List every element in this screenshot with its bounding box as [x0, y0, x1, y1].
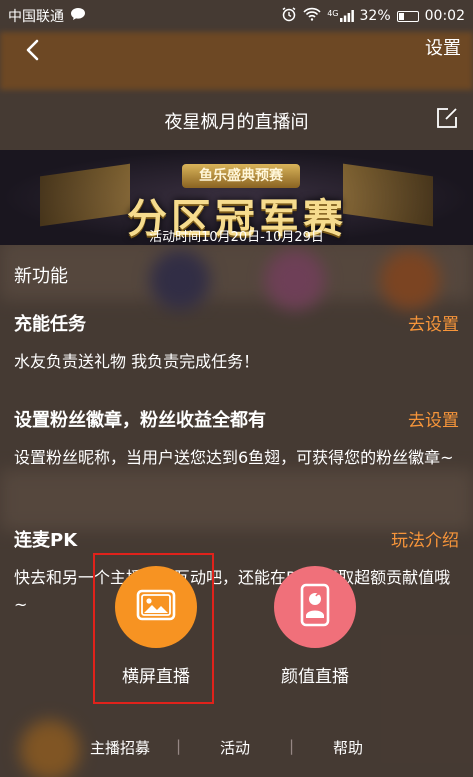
alarm-icon [281, 6, 297, 26]
edit-icon[interactable] [435, 106, 459, 130]
footer-links: 主播招募 | 活动 | 帮助 [0, 737, 473, 757]
feature-title: 充能任务 [14, 314, 86, 335]
status-bar: 中国联通 4G 32% 00:02 [0, 0, 473, 32]
section-label-new-features: 新功能 [14, 266, 68, 287]
message-icon [70, 7, 86, 25]
feature-link-settings[interactable]: 去设置 [408, 406, 459, 431]
carrier-label: 中国联通 [8, 9, 64, 25]
feature-desc: 快去和另一个主播连麦互动吧，还能在PK中赢取超额贡献值哦~ [14, 568, 451, 614]
footer-divider: | [289, 737, 295, 755]
top-bar: 设置 [0, 32, 473, 72]
feature-link-settings[interactable]: 去设置 [408, 310, 459, 335]
network-type: 4G [327, 9, 339, 18]
feature-pk: 连麦PK 玩法介绍 快去和另一个主播连麦互动吧，还能在PK中赢取超额贡献值哦~ [0, 526, 473, 618]
beauty-live-circle[interactable] [274, 566, 356, 648]
signal-icon: 4G [327, 9, 354, 22]
footer-link-help[interactable]: 帮助 [333, 737, 363, 758]
feature-charge-task: 充能任务 去设置 水友负责送礼物 我负责完成任务！ [0, 310, 473, 375]
event-banner[interactable]: 鱼乐盛典预赛 分区冠军赛 活动时间10月20日-10月29日 [0, 150, 473, 245]
battery-percent: 32% [359, 8, 391, 24]
highlight-box [93, 553, 214, 704]
phone-portrait-icon [300, 583, 330, 631]
banner-date: 活动时间10月20日-10月29日 [149, 230, 324, 245]
clock: 00:02 [424, 8, 465, 24]
back-icon[interactable] [22, 38, 46, 62]
banner-badge: 鱼乐盛典预赛 [182, 164, 300, 188]
footer-link-recruit[interactable]: 主播招募 [90, 737, 150, 758]
feature-fan-badge: 设置粉丝徽章，粉丝收益全都有 去设置 设置粉丝昵称，当用户送您达到6鱼翅，可获得… [0, 406, 473, 471]
feature-title: 设置粉丝徽章，粉丝收益全都有 [14, 410, 266, 431]
room-title: 夜星枫月的直播间 [164, 112, 309, 133]
feature-link-howto[interactable]: 玩法介绍 [391, 526, 459, 551]
wifi-icon [303, 7, 321, 25]
feature-desc: 水友负责送礼物 我负责完成任务！ [14, 352, 260, 371]
feature-desc: 设置粉丝昵称，当用户送您达到6鱼翅，可获得您的粉丝徽章~ [14, 448, 454, 467]
footer-link-activity[interactable]: 活动 [220, 737, 250, 758]
battery-icon [396, 10, 419, 22]
settings-button[interactable]: 设置 [425, 34, 461, 60]
beauty-live-label: 颜值直播 [281, 667, 349, 687]
footer-divider: | [176, 737, 182, 755]
beauty-live-button[interactable]: 颜值直播 [270, 566, 360, 687]
